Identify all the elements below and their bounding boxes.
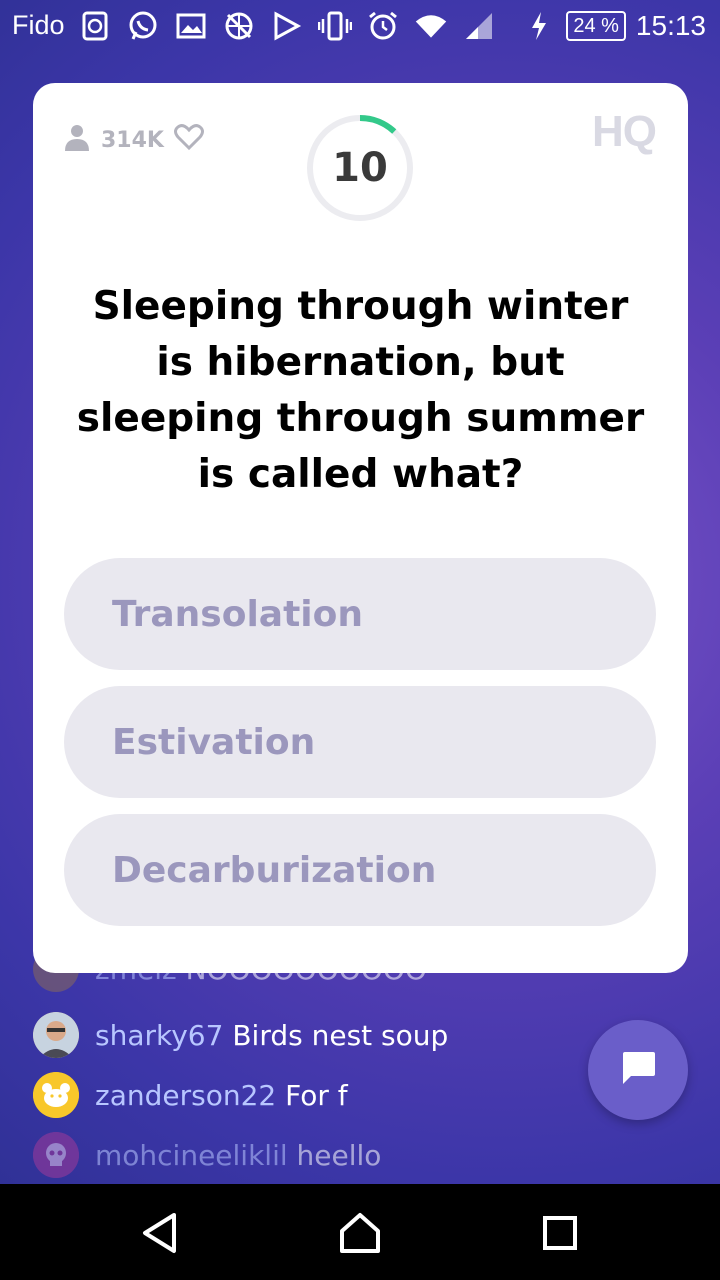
chat-bubble-icon: [618, 1049, 658, 1091]
chat-text: For f: [285, 1078, 348, 1112]
image-icon: [174, 9, 208, 43]
chat-message: zanderson22 For f: [33, 1072, 348, 1118]
recents-button[interactable]: [535, 1210, 585, 1260]
play-store-icon: [270, 9, 304, 43]
player-count-label: 314K: [101, 127, 164, 153]
answer-option-1[interactable]: Transolation: [64, 558, 656, 670]
square-icon: [542, 1215, 578, 1255]
answer-label: Estivation: [112, 721, 316, 763]
chat-username: zanderson22: [95, 1078, 277, 1112]
hq-logo: HQ: [592, 107, 657, 156]
notification-icons: [78, 9, 496, 43]
person-icon: [63, 123, 91, 157]
chat-username: mohcineeliklil: [95, 1138, 288, 1172]
vibrate-icon: [318, 9, 352, 43]
refresh-badge-icon: [78, 9, 112, 43]
chat-message: mohcineeliklil heello: [33, 1132, 381, 1178]
back-triangle-icon: [140, 1212, 180, 1258]
question-text: Sleeping through winter is hibernation, …: [76, 284, 645, 497]
heart-icon[interactable]: [173, 123, 204, 157]
home-button[interactable]: [335, 1210, 385, 1260]
question-card: 314K 10 HQ Sleeping through winter is hi…: [33, 83, 688, 973]
clock: 15:13: [635, 10, 706, 41]
charging-icon: [522, 9, 556, 43]
globe-crossed-icon: [222, 9, 256, 43]
answer-option-3[interactable]: Decarburization: [64, 814, 656, 926]
alarm-icon: [366, 9, 400, 43]
skull-avatar-icon: [33, 1132, 79, 1178]
timer-value: 10: [332, 145, 388, 191]
avatar: [33, 1012, 79, 1058]
chat-text: Birds nest soup: [232, 1018, 449, 1052]
navigation-bar: [0, 1184, 720, 1280]
answer-label: Decarburization: [112, 849, 437, 891]
chat-message: sharky67 Birds nest soup: [33, 1012, 448, 1058]
signal-icon: [462, 9, 496, 43]
bear-avatar-icon: [33, 1072, 79, 1118]
home-icon: [338, 1211, 382, 1259]
whatsapp-icon: [126, 9, 160, 43]
answer-label: Transolation: [112, 593, 363, 635]
status-bar: Fido 24 % 15:13: [0, 0, 720, 52]
wifi-icon: [414, 9, 448, 43]
battery-indicator: 24 %: [566, 11, 626, 41]
chat-text: heello: [296, 1138, 382, 1172]
countdown-timer: 10: [305, 113, 415, 223]
carrier-label: Fido: [12, 10, 65, 40]
answer-option-2[interactable]: Estivation: [64, 686, 656, 798]
player-count: 314K: [63, 123, 204, 157]
chat-button[interactable]: [588, 1020, 688, 1120]
chat-username: sharky67: [95, 1018, 224, 1052]
back-button[interactable]: [135, 1210, 185, 1260]
